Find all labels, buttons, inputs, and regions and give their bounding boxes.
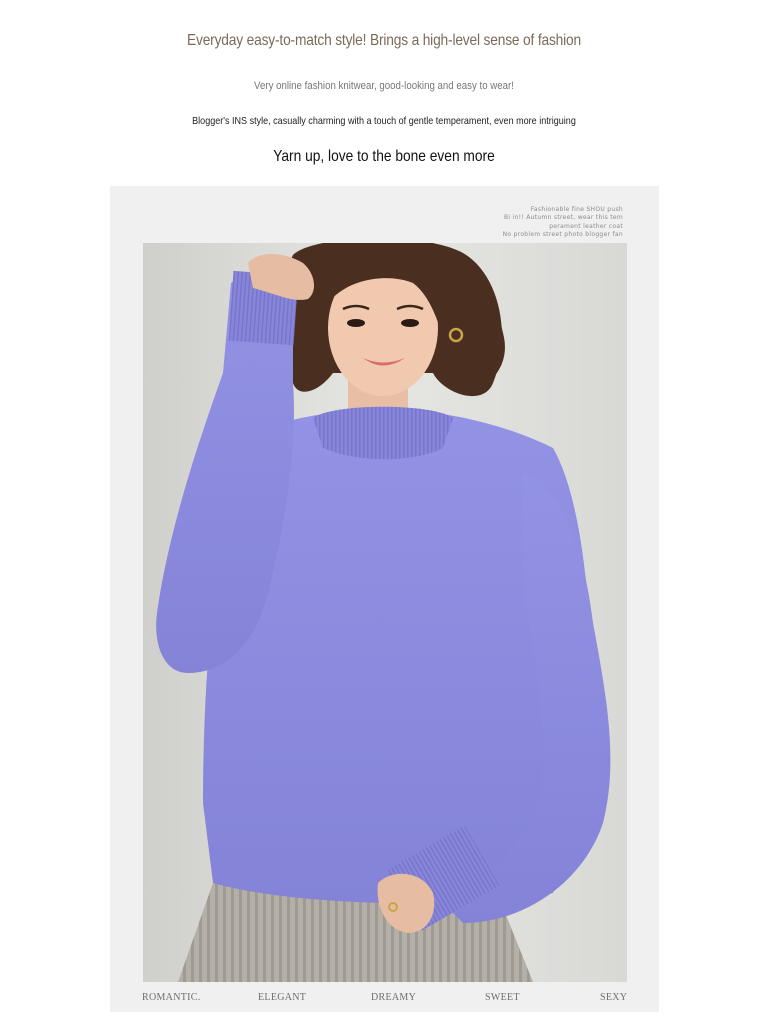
style-tags: ROMANTIC. ELEGANT DREAMY SWEET SEXY xyxy=(110,992,659,1008)
photo-caption: Fashionable fine SHOU push Bi in!! Autum… xyxy=(503,206,623,239)
caption-line: Bi in!! Autumn street, wear this tem xyxy=(503,214,623,222)
model-photo xyxy=(143,243,627,982)
model-illustration xyxy=(143,243,627,982)
tagline-1: Very online fashion knitwear, good-looki… xyxy=(254,80,514,92)
tag-romantic: ROMANTIC. xyxy=(142,992,201,1003)
tag-sexy: SEXY xyxy=(600,992,628,1003)
product-photo-panel: Fashionable fine SHOU push Bi in!! Autum… xyxy=(110,186,659,1012)
tagline-2: Blogger's INS style, casually charming w… xyxy=(192,115,576,127)
caption-line: Fashionable fine SHOU push xyxy=(530,206,623,213)
headline: Everyday easy-to-match style! Brings a h… xyxy=(186,32,581,49)
caption-line: No problem street photo blogger fan xyxy=(502,230,623,238)
tag-sweet: SWEET xyxy=(485,992,520,1003)
caption-line: perament leather coat xyxy=(549,222,623,230)
tag-dreamy: DREAMY xyxy=(371,992,417,1003)
tag-elegant: ELEGANT xyxy=(258,992,307,1003)
tagline-3: Yarn up, love to the bone even more xyxy=(273,148,495,165)
